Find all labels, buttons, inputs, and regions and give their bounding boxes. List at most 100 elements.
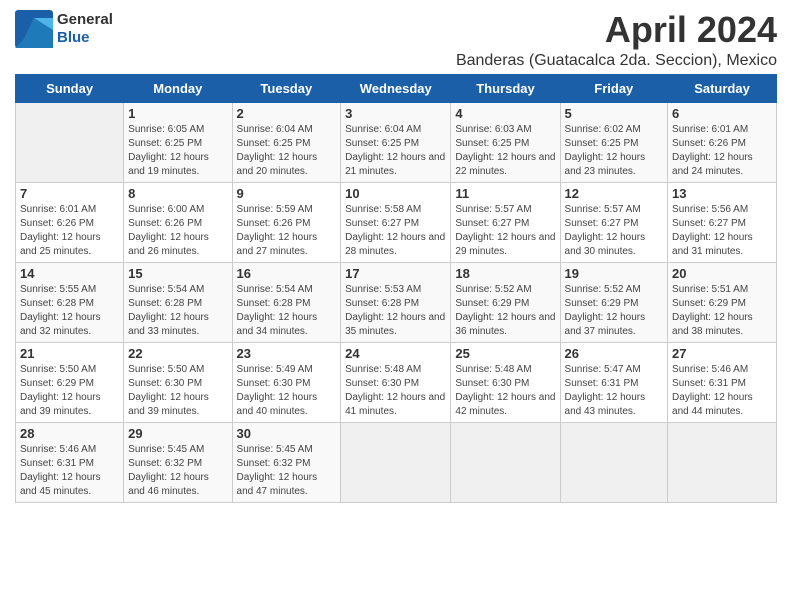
table-row: 7 Sunrise: 6:01 AMSunset: 6:26 PMDaylight… (16, 182, 124, 262)
calendar-title: April 2024 (456, 10, 777, 50)
table-row: 18Sunrise: 5:52 AMSunset: 6:29 PMDayligh… (451, 262, 560, 342)
header-thursday: Thursday (451, 74, 560, 102)
table-row: 20Sunrise: 5:51 AMSunset: 6:29 PMDayligh… (668, 262, 777, 342)
header-wednesday: Wednesday (341, 74, 451, 102)
day-detail: Sunrise: 6:01 AMSunset: 6:26 PMDaylight:… (672, 123, 772, 179)
table-row: 17Sunrise: 5:53 AMSunset: 6:28 PMDayligh… (341, 262, 451, 342)
table-row: 21 Sunrise: 5:50 AMSunset: 6:29 PMDayligh… (16, 342, 124, 422)
header-monday: Monday (124, 74, 232, 102)
day-detail: Sunrise: 5:50 AMSunset: 6:30 PMDaylight:… (128, 363, 227, 419)
calendar-week-row: 21 Sunrise: 5:50 AMSunset: 6:29 PMDayligh… (16, 342, 777, 422)
logo-text: General Blue (57, 11, 113, 47)
day-number: 16 (237, 266, 337, 281)
day-number: 4 (455, 106, 555, 121)
header-saturday: Saturday (668, 74, 777, 102)
day-number: 14 (20, 266, 119, 281)
title-section: April 2024 Banderas (Guatacalca 2da. Sec… (456, 10, 777, 70)
table-row (560, 422, 668, 502)
day-number: 5 (565, 106, 664, 121)
table-row (16, 102, 124, 182)
table-row: 12 Sunrise: 5:57 AMSunset: 6:27 PMDayligh… (560, 182, 668, 262)
calendar-table: Sunday Monday Tuesday Wednesday Thursday… (15, 74, 777, 503)
day-number: 6 (672, 106, 772, 121)
day-detail: Sunrise: 5:50 AMSunset: 6:29 PMDaylight:… (20, 363, 119, 419)
day-number: 29 (128, 426, 227, 441)
day-number: 24 (345, 346, 446, 361)
table-row: 24Sunrise: 5:48 AMSunset: 6:30 PMDayligh… (341, 342, 451, 422)
day-number: 2 (237, 106, 337, 121)
table-row: 5 Sunrise: 6:02 AMSunset: 6:25 PMDaylight… (560, 102, 668, 182)
day-number: 30 (237, 426, 337, 441)
day-detail: Sunrise: 6:04 AMSunset: 6:25 PMDaylight:… (237, 123, 337, 179)
day-detail: Sunrise: 5:45 AMSunset: 6:32 PMDaylight:… (237, 443, 337, 499)
day-number: 25 (455, 346, 555, 361)
table-row: 10 Sunrise: 5:58 AMSunset: 6:27 PMDayligh… (341, 182, 451, 262)
day-detail: Sunrise: 5:46 AMSunset: 6:31 PMDaylight:… (20, 443, 119, 499)
day-detail: Sunrise: 5:56 AMSunset: 6:27 PMDaylight:… (672, 203, 772, 259)
day-number: 8 (128, 186, 227, 201)
day-detail: Sunrise: 5:57 AMSunset: 6:27 PMDaylight:… (565, 203, 664, 259)
table-row: 1 Sunrise: 6:05 AMSunset: 6:25 PMDaylight… (124, 102, 232, 182)
day-detail: Sunrise: 5:52 AMSunset: 6:29 PMDaylight:… (565, 283, 664, 339)
day-number: 10 (345, 186, 446, 201)
table-row: 9 Sunrise: 5:59 AMSunset: 6:26 PMDaylight… (232, 182, 341, 262)
day-detail: Sunrise: 5:51 AMSunset: 6:29 PMDaylight:… (672, 283, 772, 339)
table-row: 25 Sunrise: 5:48 AMSunset: 6:30 PMDayligh… (451, 342, 560, 422)
logo: General Blue (15, 10, 113, 48)
calendar-subtitle: Banderas (Guatacalca 2da. Seccion), Mexi… (456, 52, 777, 70)
day-number: 22 (128, 346, 227, 361)
table-row (341, 422, 451, 502)
table-row: 27 Sunrise: 5:46 AMSunset: 6:31 PMDayligh… (668, 342, 777, 422)
table-row (451, 422, 560, 502)
day-detail: Sunrise: 5:55 AMSunset: 6:28 PMDaylight:… (20, 283, 119, 339)
day-number: 19 (565, 266, 664, 281)
logo-icon (15, 10, 53, 48)
day-number: 21 (20, 346, 119, 361)
day-detail: Sunrise: 5:45 AMSunset: 6:32 PMDaylight:… (128, 443, 227, 499)
day-number: 27 (672, 346, 772, 361)
table-row: 19 Sunrise: 5:52 AMSunset: 6:29 PMDayligh… (560, 262, 668, 342)
table-row: 8Sunrise: 6:00 AMSunset: 6:26 PMDaylight… (124, 182, 232, 262)
day-detail: Sunrise: 6:03 AMSunset: 6:25 PMDaylight:… (455, 123, 555, 179)
table-row: 22 Sunrise: 5:50 AMSunset: 6:30 PMDayligh… (124, 342, 232, 422)
header-tuesday: Tuesday (232, 74, 341, 102)
table-row: 23 Sunrise: 5:49 AMSunset: 6:30 PMDayligh… (232, 342, 341, 422)
page-header: General Blue April 2024 Banderas (Guatac… (15, 10, 777, 70)
day-detail: Sunrise: 5:54 AMSunset: 6:28 PMDaylight:… (237, 283, 337, 339)
day-number: 15 (128, 266, 227, 281)
table-row: 30 Sunrise: 5:45 AMSunset: 6:32 PMDayligh… (232, 422, 341, 502)
day-detail: Sunrise: 6:01 AMSunset: 6:26 PMDaylight:… (20, 203, 119, 259)
day-detail: Sunrise: 5:49 AMSunset: 6:30 PMDaylight:… (237, 363, 337, 419)
day-number: 23 (237, 346, 337, 361)
table-row: 15 Sunrise: 5:54 AMSunset: 6:28 PMDayligh… (124, 262, 232, 342)
table-row: 26 Sunrise: 5:47 AMSunset: 6:31 PMDayligh… (560, 342, 668, 422)
day-detail: Sunrise: 5:48 AMSunset: 6:30 PMDaylight:… (455, 363, 555, 419)
table-row: 6 Sunrise: 6:01 AMSunset: 6:26 PMDaylight… (668, 102, 777, 182)
table-row: 3Sunrise: 6:04 AMSunset: 6:25 PMDaylight… (341, 102, 451, 182)
day-detail: Sunrise: 5:54 AMSunset: 6:28 PMDaylight:… (128, 283, 227, 339)
day-number: 26 (565, 346, 664, 361)
day-number: 3 (345, 106, 446, 121)
day-detail: Sunrise: 5:46 AMSunset: 6:31 PMDaylight:… (672, 363, 772, 419)
day-number: 18 (455, 266, 555, 281)
day-number: 7 (20, 186, 119, 201)
calendar-week-row: 7 Sunrise: 6:01 AMSunset: 6:26 PMDaylight… (16, 182, 777, 262)
calendar-week-row: 1 Sunrise: 6:05 AMSunset: 6:25 PMDaylight… (16, 102, 777, 182)
day-number: 28 (20, 426, 119, 441)
calendar-week-row: 14 Sunrise: 5:55 AMSunset: 6:28 PMDayligh… (16, 262, 777, 342)
header-sunday: Sunday (16, 74, 124, 102)
day-number: 12 (565, 186, 664, 201)
calendar-week-row: 28 Sunrise: 5:46 AMSunset: 6:31 PMDayligh… (16, 422, 777, 502)
day-detail: Sunrise: 5:58 AMSunset: 6:27 PMDaylight:… (345, 203, 446, 259)
table-row: 14 Sunrise: 5:55 AMSunset: 6:28 PMDayligh… (16, 262, 124, 342)
day-detail: Sunrise: 6:02 AMSunset: 6:25 PMDaylight:… (565, 123, 664, 179)
weekday-header-row: Sunday Monday Tuesday Wednesday Thursday… (16, 74, 777, 102)
day-detail: Sunrise: 5:47 AMSunset: 6:31 PMDaylight:… (565, 363, 664, 419)
table-row: 28 Sunrise: 5:46 AMSunset: 6:31 PMDayligh… (16, 422, 124, 502)
table-row: 11Sunrise: 5:57 AMSunset: 6:27 PMDayligh… (451, 182, 560, 262)
day-number: 9 (237, 186, 337, 201)
day-detail: Sunrise: 6:05 AMSunset: 6:25 PMDaylight:… (128, 123, 227, 179)
table-row: 13Sunrise: 5:56 AMSunset: 6:27 PMDayligh… (668, 182, 777, 262)
day-detail: Sunrise: 5:59 AMSunset: 6:26 PMDaylight:… (237, 203, 337, 259)
day-number: 1 (128, 106, 227, 121)
